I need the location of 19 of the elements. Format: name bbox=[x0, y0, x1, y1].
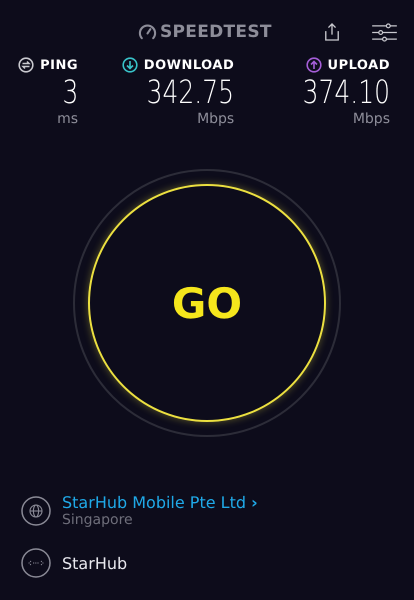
metric-value: 3 bbox=[62, 73, 78, 111]
settings-icon[interactable] bbox=[372, 22, 397, 42]
share-icon[interactable] bbox=[324, 22, 340, 42]
server-icon bbox=[21, 548, 51, 578]
metric-value: 374.10 bbox=[302, 73, 390, 111]
globe-icon bbox=[21, 496, 51, 526]
metric-label: DOWNLOAD bbox=[144, 58, 234, 72]
metric-label: UPLOAD bbox=[328, 58, 390, 72]
metric-label: PING bbox=[40, 58, 78, 72]
gauge-icon bbox=[138, 22, 157, 42]
metric-unit: Mbps bbox=[352, 111, 390, 127]
metric-value: 342.75 bbox=[146, 73, 234, 111]
provider-location: Singapore bbox=[62, 512, 134, 528]
server-name: StarHub bbox=[62, 554, 128, 572]
provider-link[interactable]: StarHub Mobile Pte Ltd › bbox=[62, 493, 258, 512]
app-logo: SPEEDTEST bbox=[160, 22, 272, 42]
metric-unit: Mbps bbox=[197, 111, 234, 127]
go-button[interactable]: GO bbox=[88, 184, 326, 422]
metric-unit: ms bbox=[57, 111, 78, 127]
